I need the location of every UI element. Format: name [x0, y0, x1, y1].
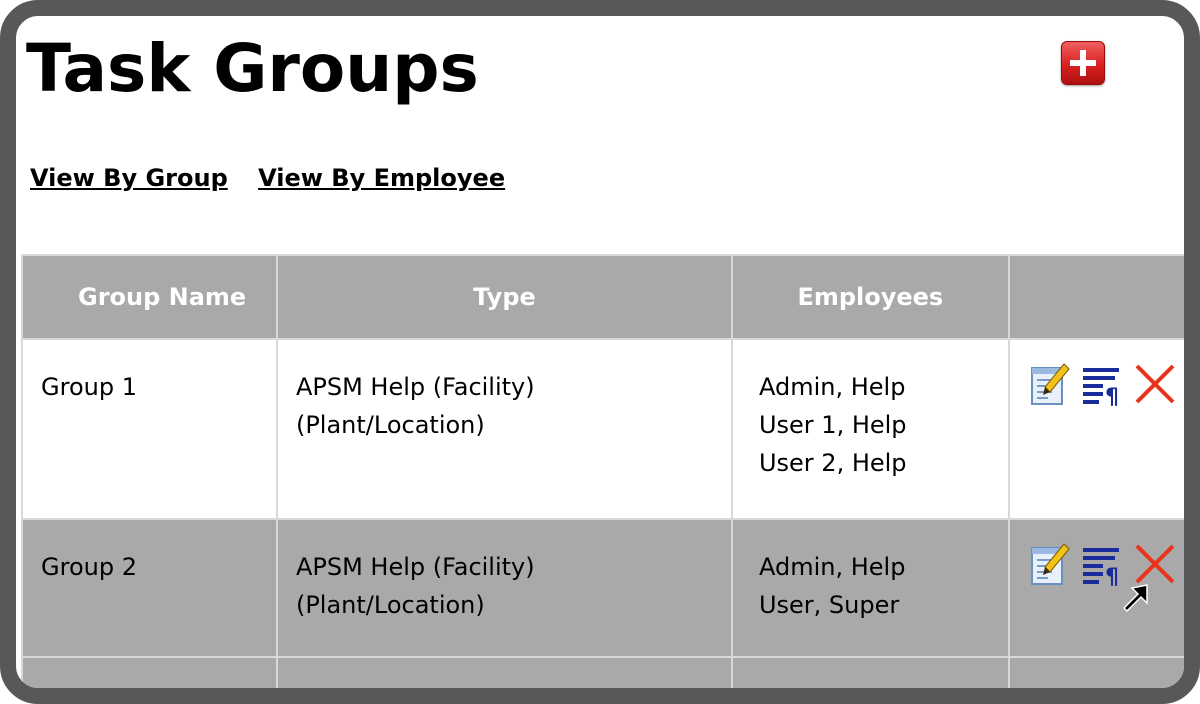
- details-icon[interactable]: ¶: [1081, 362, 1121, 417]
- details-icon[interactable]: ¶: [1081, 542, 1121, 597]
- view-by-employee-link[interactable]: View By Employee: [258, 164, 505, 192]
- svg-text:¶: ¶: [1105, 565, 1119, 586]
- page-title: Task Groups: [26, 30, 479, 107]
- employee-name: User, Super: [758, 591, 900, 619]
- edit-icon[interactable]: [1030, 542, 1070, 597]
- actions-cell: ¶: [1007, 518, 1184, 658]
- employee-name: User 2, Help: [758, 449, 907, 477]
- delete-icon[interactable]: [1133, 362, 1177, 417]
- group-name-cell: Group 2: [21, 518, 278, 658]
- employee-name: Admin, Help: [758, 553, 906, 581]
- header-employees[interactable]: Employees: [730, 254, 1010, 340]
- group-name-cell: Group 1: [21, 338, 278, 520]
- employee-name: Admin, Help: [758, 373, 906, 401]
- table-row-empty: [21, 656, 1184, 688]
- employees-cell: Admin, Help User, Super: [730, 518, 1010, 658]
- employee-name: User 1, Help: [758, 411, 907, 439]
- view-links: View By Group View By Employee: [30, 164, 527, 192]
- task-groups-table: Group Name Type Employees Group 1 APSM H…: [21, 254, 1184, 688]
- employees-cell: Admin, Help User 1, Help User 2, Help: [730, 338, 1010, 520]
- view-by-group-link[interactable]: View By Group: [30, 164, 228, 192]
- type-cell: APSM Help (Facility) (Plant/Location): [275, 338, 733, 520]
- header-actions: [1007, 254, 1184, 340]
- table-header-row: Group Name Type Employees: [21, 254, 1184, 340]
- add-group-button[interactable]: [1061, 41, 1105, 85]
- header-group-name[interactable]: Group Name: [21, 254, 278, 340]
- window-frame: Task Groups View By Group View By Employ…: [0, 0, 1200, 704]
- table-row: Group 1 APSM Help (Facility) (Plant/Loca…: [21, 338, 1184, 520]
- table-row: Group 2 APSM Help (Facility) (Plant/Loca…: [21, 518, 1184, 658]
- type-cell: APSM Help (Facility) (Plant/Location): [275, 518, 733, 658]
- header-type[interactable]: Type: [275, 254, 733, 340]
- svg-text:¶: ¶: [1105, 385, 1119, 406]
- mouse-cursor-icon: [1123, 584, 1148, 613]
- edit-icon[interactable]: [1030, 362, 1070, 417]
- actions-cell: ¶: [1007, 338, 1184, 520]
